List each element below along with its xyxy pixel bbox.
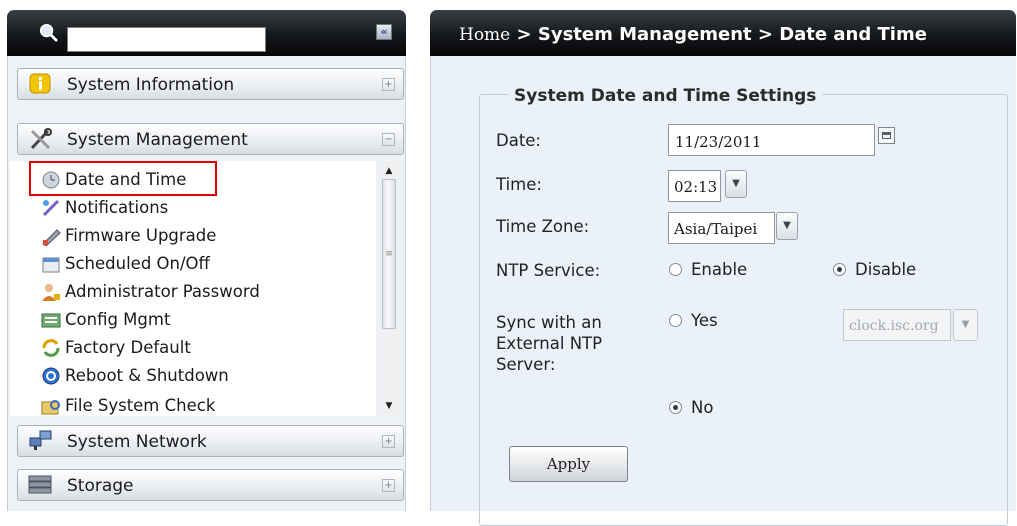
menu-scrollbar[interactable]: ▲ ≡ ▼ — [378, 161, 400, 416]
breadcrumb: Home > System Management > Date and Time — [459, 24, 927, 45]
chevron-down-icon[interactable]: ▼ — [725, 170, 747, 198]
breadcrumb-bar: Home > System Management > Date and Time — [430, 10, 1016, 56]
menu-item-label: Config Mgmt — [65, 310, 171, 329]
left-header-bar: « — [7, 10, 406, 56]
scrollbar-thumb[interactable]: ≡ — [382, 179, 396, 329]
ntp-disable-label: Disable — [855, 260, 917, 279]
sync-no-label: No — [691, 398, 714, 417]
sync-label-line: Sync with an — [496, 313, 602, 332]
tools-icon — [30, 128, 52, 150]
expand-icon[interactable]: + — [382, 78, 395, 91]
section-storage[interactable]: Storage + — [17, 469, 404, 501]
menu-item-label: Scheduled On/Off — [65, 254, 210, 273]
apply-button[interactable]: Apply — [509, 446, 628, 482]
collapse-sidebar-button[interactable]: « — [376, 24, 392, 40]
breadcrumb-home-link[interactable]: Home — [459, 25, 510, 45]
ntp-server-select: clock.isc.org — [843, 309, 951, 341]
ntp-enable-label: Enable — [691, 260, 748, 279]
menu-item-notifications[interactable]: Notifications — [10, 195, 376, 221]
menu-item-scheduled-on-off[interactable]: Scheduled On/Off — [10, 251, 376, 277]
section-system-information[interactable]: System Information + — [17, 68, 404, 100]
menu-item-label: Factory Default — [65, 338, 191, 357]
sync-yes-option[interactable]: Yes — [669, 311, 718, 330]
calendar-icon[interactable] — [878, 127, 895, 144]
menu-item-label: Administrator Password — [65, 282, 260, 301]
section-label: Storage — [67, 476, 134, 496]
schedule-icon — [42, 257, 60, 273]
time-zone-label: Time Zone: — [496, 217, 590, 236]
chevron-down-icon: ▼ — [953, 309, 978, 341]
ntp-service-label: NTP Service: — [496, 261, 601, 280]
expand-icon[interactable]: + — [382, 479, 395, 492]
menu-item-factory-default[interactable]: Factory Default — [10, 335, 376, 361]
menu-item-file-system-check[interactable]: File System Check — [10, 393, 376, 416]
sync-label-line: Server: — [496, 355, 556, 374]
ntp-disable-option[interactable]: Disable — [833, 260, 916, 279]
time-select[interactable]: 02:13 — [668, 170, 721, 202]
refresh-icon — [42, 339, 60, 357]
section-label: System Management — [67, 130, 248, 150]
firmware-icon — [42, 229, 61, 246]
breadcrumb-path: > System Management > Date and Time — [510, 24, 927, 45]
time-zone-select[interactable]: Asia/Taipei — [668, 212, 775, 244]
file-system-icon — [41, 400, 60, 415]
admin-user-icon — [42, 284, 60, 301]
menu-item-label: Firmware Upgrade — [65, 226, 217, 245]
power-icon — [42, 367, 60, 385]
menu-item-label: File System Check — [65, 396, 216, 415]
config-icon — [41, 313, 61, 328]
scroll-up-arrow-icon[interactable]: ▲ — [378, 163, 400, 179]
section-label: System Network — [67, 432, 207, 452]
sync-yes-label: Yes — [691, 311, 718, 330]
scroll-down-arrow-icon[interactable]: ▼ — [378, 398, 400, 414]
menu-item-config-mgmt[interactable]: Config Mgmt — [10, 307, 376, 333]
menu-item-label: Reboot & Shutdown — [65, 366, 229, 385]
section-system-network[interactable]: System Network + — [17, 425, 404, 457]
settings-legend: System Date and Time Settings — [508, 86, 823, 106]
date-label: Date: — [496, 131, 541, 150]
expand-icon[interactable]: + — [382, 435, 395, 448]
sync-no-option[interactable]: No — [669, 398, 713, 417]
section-label: System Information — [67, 75, 235, 95]
sync-external-ntp-label: Sync with an External NTP Server: — [496, 312, 602, 375]
menu-item-reboot-shutdown[interactable]: Reboot & Shutdown — [10, 363, 376, 389]
info-icon — [29, 73, 51, 94]
menu-item-label: Notifications — [65, 198, 169, 217]
menu-item-administrator-password[interactable]: Administrator Password — [10, 279, 376, 305]
section-system-management[interactable]: System Management − — [17, 123, 404, 155]
selected-item-highlight — [29, 161, 217, 196]
radio-button[interactable] — [669, 263, 682, 276]
radio-button[interactable] — [669, 314, 682, 327]
ntp-enable-option[interactable]: Enable — [669, 260, 747, 279]
sync-label-line: External NTP — [496, 334, 603, 353]
storage-icon — [28, 475, 52, 494]
date-field[interactable]: 11/23/2011 — [668, 124, 875, 156]
search-icon[interactable] — [39, 23, 58, 42]
menu-item-firmware-upgrade[interactable]: Firmware Upgrade — [10, 223, 376, 249]
chevron-down-icon[interactable]: ▼ — [776, 212, 798, 240]
radio-button-selected[interactable] — [833, 263, 846, 276]
collapse-icon[interactable]: − — [382, 133, 395, 146]
notification-icon — [42, 199, 60, 217]
system-management-menu: Date and Time Notifications Firmware Upg… — [10, 161, 376, 416]
time-label: Time: — [496, 175, 542, 194]
network-icon — [29, 430, 52, 450]
radio-button-selected[interactable] — [669, 401, 682, 414]
search-input[interactable] — [67, 27, 266, 52]
